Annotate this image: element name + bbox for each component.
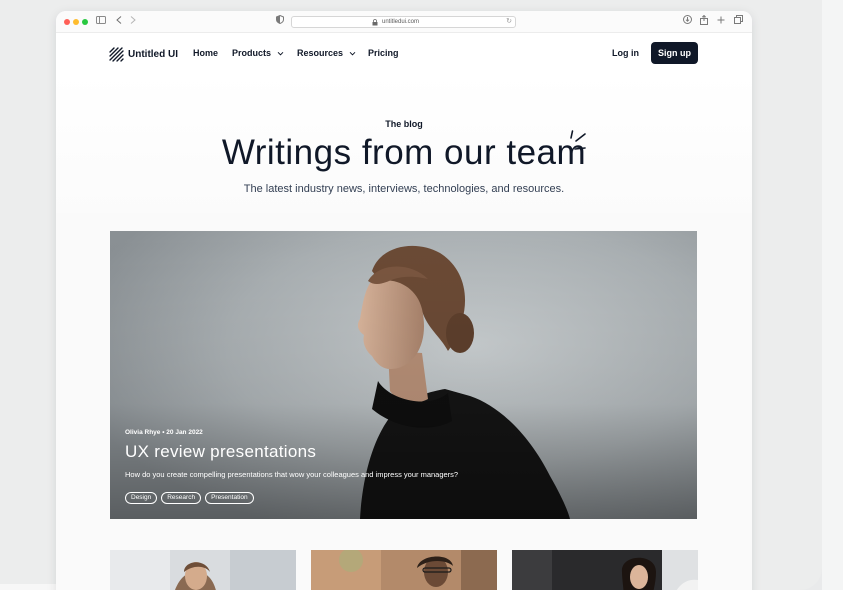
forward-icon[interactable]: [126, 15, 140, 29]
featured-post-title[interactable]: UX review presentations: [125, 442, 316, 462]
browser-window: untitledui.com ↻ Untitled UI Home Produc…: [56, 11, 752, 590]
nav-home[interactable]: Home: [193, 48, 218, 58]
sidebar-toggle-icon[interactable]: [94, 15, 108, 29]
browser-toolbar: untitledui.com ↻: [56, 11, 752, 33]
brand-name: Untitled UI: [128, 48, 178, 60]
lock-icon: [372, 19, 378, 26]
minimize-window-button[interactable]: [73, 19, 79, 25]
back-icon[interactable]: [112, 15, 126, 29]
close-window-button[interactable]: [64, 19, 70, 25]
post-image: [311, 550, 497, 590]
featured-post-excerpt: How do you create compelling presentatio…: [125, 470, 459, 479]
maximize-window-button[interactable]: [82, 19, 88, 25]
share-icon[interactable]: [697, 14, 711, 29]
post-card-thumbnail[interactable]: [512, 550, 698, 590]
sparkle-doodle-icon: [570, 130, 586, 150]
post-image: [512, 550, 698, 590]
login-link[interactable]: Log in: [612, 48, 639, 58]
nav-pricing[interactable]: Pricing: [368, 48, 399, 58]
featured-post-meta: Olivia Rhye • 20 Jan 2022: [125, 429, 203, 436]
featured-post-tags: Design Research Presentation: [125, 492, 254, 504]
brand-logo[interactable]: Untitled UI: [109, 46, 178, 62]
nav-pricing-label: Pricing: [368, 48, 399, 58]
post-card-thumbnail[interactable]: [110, 550, 296, 590]
address-url: untitledui.com: [382, 19, 420, 25]
featured-post-card[interactable]: Olivia Rhye • 20 Jan 2022 UX review pres…: [110, 231, 697, 519]
nav-products-label: Products: [232, 48, 272, 58]
tag-presentation[interactable]: Presentation: [205, 492, 254, 504]
desktop-edge: [822, 0, 843, 590]
site-header: Untitled UI Home Products Resources Pric…: [56, 33, 752, 73]
address-bar[interactable]: untitledui.com ↻: [291, 16, 516, 28]
chevron-down-icon: [349, 51, 356, 56]
tab-overview-icon[interactable]: [731, 15, 745, 29]
tag-research[interactable]: Research: [161, 492, 202, 504]
hero-subtitle: The latest industry news, interviews, te…: [243, 183, 565, 195]
privacy-shield-icon[interactable]: [273, 14, 287, 29]
reload-icon[interactable]: ↻: [506, 17, 512, 27]
nav-resources-label: Resources: [297, 48, 344, 58]
post-image: [110, 550, 296, 590]
nav-resources[interactable]: Resources: [297, 48, 356, 58]
new-tab-icon[interactable]: [714, 15, 728, 29]
signup-button[interactable]: Sign up: [651, 42, 698, 64]
hero-eyebrow: The blog: [385, 119, 423, 129]
nav-home-label: Home: [193, 48, 219, 58]
tag-design[interactable]: Design: [125, 492, 158, 504]
hero-title: Writings from our team: [221, 133, 587, 172]
chevron-down-icon: [277, 51, 284, 56]
download-icon[interactable]: [680, 15, 694, 29]
nav-products[interactable]: Products: [232, 48, 284, 58]
diagonal-stripes-logo-icon: [109, 46, 124, 62]
post-card-thumbnail[interactable]: [311, 550, 497, 590]
